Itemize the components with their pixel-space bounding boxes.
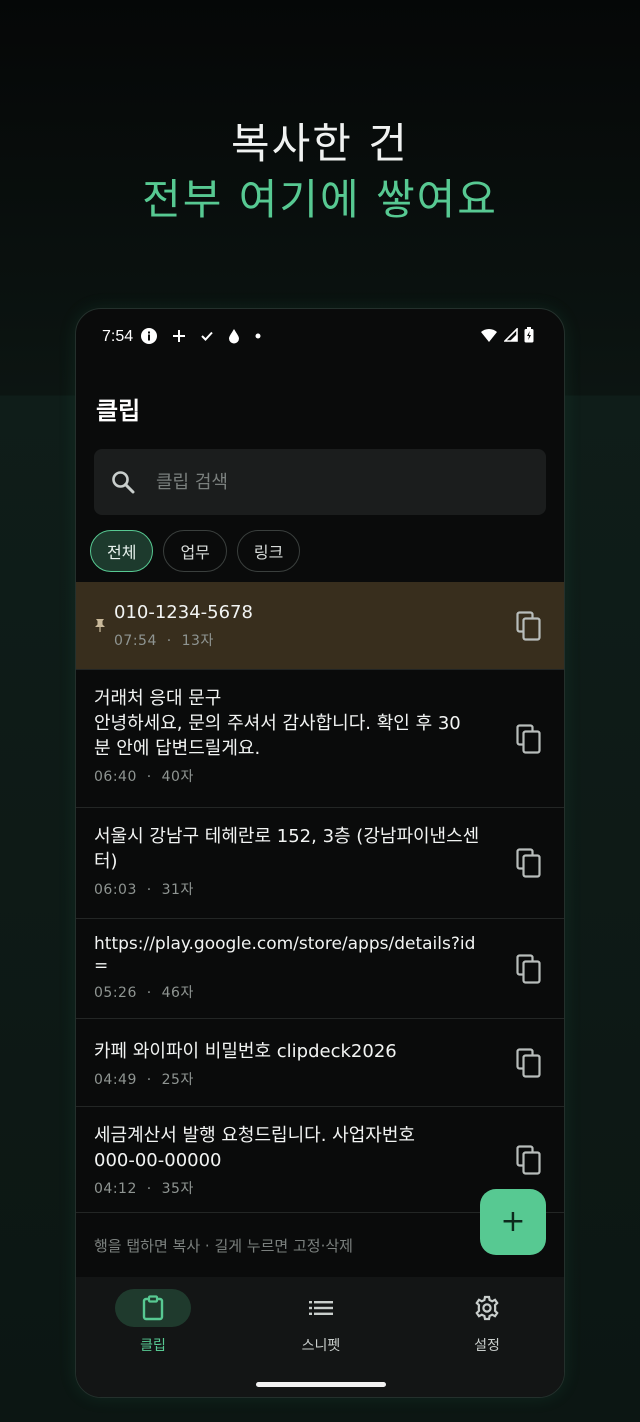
- chip-link[interactable]: 링크: [236, 530, 301, 572]
- clip-count: 35자: [161, 1181, 194, 1197]
- phone-frame: 7:54 클립 클립 검색 전체 업무 링크 010-1234-5678 07:…: [75, 308, 565, 1398]
- signal-icon: [504, 328, 518, 342]
- clip-text: 거래처 응대 문구 안녕하세요, 문의 주셔서 감사합니다. 확인 후 30 분…: [94, 688, 461, 759]
- clip-time: 05:26: [94, 985, 137, 1001]
- clipboard-icon: [142, 1295, 164, 1321]
- meta-separator: ·: [146, 985, 152, 1001]
- clip-time: 04:12: [94, 1181, 137, 1197]
- clip-row[interactable]: https://play.google.com/store/apps/detai…: [76, 919, 564, 1019]
- clip-row[interactable]: 거래처 응대 문구 안녕하세요, 문의 주셔서 감사합니다. 확인 후 30 분…: [76, 670, 564, 808]
- copy-icon[interactable]: [516, 1047, 542, 1078]
- headline-line-1: 복사한 건: [231, 119, 409, 168]
- clip-row-pinned[interactable]: 010-1234-5678 07:54 · 13자: [76, 582, 564, 670]
- battery-icon: [524, 327, 534, 343]
- clip-text: 세금계산서 발행 요청드립니다. 사업자번호 000-00-00000: [94, 1125, 415, 1171]
- gear-icon: [475, 1295, 499, 1321]
- copy-icon[interactable]: [516, 610, 542, 641]
- nav-label: 클립: [140, 1338, 166, 1354]
- add-clip-button[interactable]: +: [480, 1189, 546, 1255]
- meta-separator: ·: [146, 769, 152, 785]
- bottom-navigation: 클립 스니펫 설정: [76, 1277, 564, 1397]
- status-time: 7:54: [102, 328, 134, 345]
- dot-icon: [255, 333, 261, 339]
- plus-icon: +: [500, 1204, 526, 1239]
- clip-count: 46자: [161, 985, 194, 1001]
- check-icon: [201, 331, 213, 341]
- clip-row[interactable]: 서울시 강남구 테헤란로 152, 3층 (강남파이낸스센 터) 06:03 ·…: [76, 808, 564, 919]
- nav-item-snippets[interactable]: 스니펫: [251, 1289, 391, 1355]
- nav-item-settings[interactable]: 설정: [417, 1289, 557, 1355]
- clip-text: 서울시 강남구 테헤란로 152, 3층 (강남파이낸스센 터): [94, 826, 480, 872]
- wifi-icon: [481, 328, 497, 342]
- clip-count: 40자: [161, 769, 194, 785]
- clip-time: 07:54: [114, 633, 157, 649]
- plus-icon: [173, 330, 185, 342]
- meta-separator: ·: [146, 882, 152, 898]
- nav-label: 스니펫: [301, 1338, 341, 1354]
- copy-icon[interactable]: [516, 723, 542, 754]
- clip-list: 010-1234-5678 07:54 · 13자 거래처 응대 문구 안녕하세…: [76, 582, 564, 1213]
- clip-row[interactable]: 카페 와이파이 비밀번호 clipdeck2026 04:49 · 25자: [76, 1019, 564, 1107]
- copy-icon[interactable]: [516, 953, 542, 984]
- clip-time: 04:49: [94, 1072, 137, 1088]
- search-bar[interactable]: [94, 449, 546, 515]
- clip-text: https://play.google.com/store/apps/detai…: [94, 934, 476, 976]
- list-icon: [309, 1301, 333, 1315]
- drop-icon: [229, 329, 239, 344]
- meta-separator: ·: [166, 633, 172, 649]
- clip-time: 06:40: [94, 769, 137, 785]
- app-title: 클립: [96, 397, 141, 425]
- clip-count: 25자: [161, 1072, 194, 1088]
- clip-count: 31자: [161, 882, 194, 898]
- usage-hint: 행을 탭하면 복사 · 길게 누르면 고정·삭제: [94, 1237, 353, 1255]
- headline-line-2: 전부 여기에 쌓여요: [142, 175, 498, 224]
- chip-all[interactable]: 전체: [90, 530, 154, 572]
- status-bar: 7:54: [76, 309, 564, 367]
- clip-count: 13자: [181, 633, 214, 649]
- clip-time: 06:03: [94, 882, 137, 898]
- nav-label: 설정: [474, 1338, 500, 1354]
- copy-icon[interactable]: [516, 848, 542, 878]
- home-indicator[interactable]: [256, 1382, 386, 1387]
- filter-chips: 전체 업무 링크: [90, 530, 301, 572]
- meta-separator: ·: [146, 1181, 152, 1197]
- copy-icon[interactable]: [516, 1144, 542, 1175]
- meta-separator: ·: [146, 1072, 152, 1088]
- pin-icon: [95, 619, 105, 632]
- search-icon: [112, 471, 135, 494]
- clip-text: 카페 와이파이 비밀번호 clipdeck2026: [94, 1041, 397, 1062]
- nav-item-clips[interactable]: 클립: [83, 1289, 223, 1355]
- chip-work[interactable]: 업무: [163, 530, 227, 572]
- search-input[interactable]: [156, 471, 516, 493]
- promo-headline: 복사한 건 전부 여기에 쌓여요: [0, 116, 640, 228]
- info-icon: [141, 328, 157, 344]
- clip-text: 010-1234-5678: [114, 602, 253, 623]
